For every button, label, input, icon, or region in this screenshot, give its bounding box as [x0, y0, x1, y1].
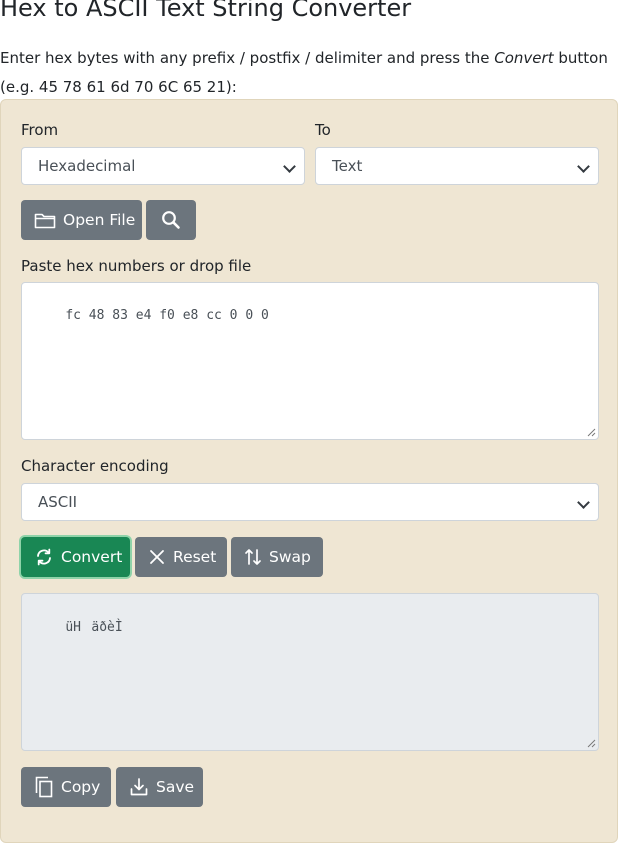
to-label: To	[315, 121, 331, 139]
resize-grip-icon[interactable]	[587, 428, 596, 437]
save-button[interactable]: Save	[116, 767, 203, 807]
from-select-value: Hexadecimal	[38, 157, 136, 175]
text-output[interactable]: üHäðèÌ	[21, 593, 599, 751]
from-select[interactable]: Hexadecimal	[21, 147, 305, 185]
hex-input[interactable]: fc 48 83 e4 f0 e8 cc 0 0 0	[21, 282, 599, 440]
open-file-label: Open File	[63, 211, 136, 229]
page-title: Hex to ASCII Text String Converter	[0, 0, 412, 22]
swap-arrows-icon	[245, 549, 261, 565]
copy-icon	[35, 776, 53, 798]
converter-panel: From To Hexadecimal Text Open File Paste…	[0, 99, 618, 843]
encoding-select[interactable]: ASCII	[21, 483, 599, 521]
intro-line1-post: button	[553, 49, 608, 67]
to-select-value: Text	[332, 157, 363, 175]
search-icon	[162, 211, 180, 229]
swap-button[interactable]: Swap	[231, 537, 323, 577]
convert-button[interactable]: Convert	[21, 537, 130, 577]
chevron-down-icon	[577, 160, 590, 173]
download-icon	[130, 778, 148, 796]
swap-label: Swap	[269, 548, 311, 566]
encoding-label: Character encoding	[21, 457, 169, 475]
open-file-button[interactable]: Open File	[21, 200, 142, 240]
close-icon	[150, 550, 164, 564]
intro-line1-pre: Enter hex bytes with any prefix / postfi…	[0, 49, 495, 67]
convert-label: Convert	[61, 548, 123, 566]
reset-button[interactable]: Reset	[135, 537, 227, 577]
copy-button[interactable]: Copy	[21, 767, 111, 807]
intro-convert-emphasis: Convert	[494, 49, 554, 67]
reset-label: Reset	[173, 548, 217, 566]
from-label: From	[21, 121, 59, 139]
chevron-down-icon	[577, 496, 590, 509]
intro-text: Enter hex bytes with any prefix / postfi…	[0, 44, 618, 102]
hex-input-value: fc 48 83 e4 f0 e8 cc 0 0 0	[65, 308, 269, 323]
folder-icon	[34, 213, 56, 229]
chevron-down-icon	[283, 160, 296, 173]
copy-label: Copy	[61, 778, 101, 796]
encoding-select-value: ASCII	[38, 493, 78, 511]
resize-grip-icon[interactable]	[587, 739, 596, 748]
save-label: Save	[156, 778, 195, 796]
to-select[interactable]: Text	[315, 147, 599, 185]
text-output-value: üHäðèÌ	[65, 620, 123, 635]
search-button[interactable]	[146, 200, 196, 240]
refresh-icon	[37, 548, 51, 566]
intro-example: (e.g. 45 78 61 6d 70 6C 65 21):	[0, 78, 237, 96]
input-label: Paste hex numbers or drop file	[21, 257, 252, 275]
